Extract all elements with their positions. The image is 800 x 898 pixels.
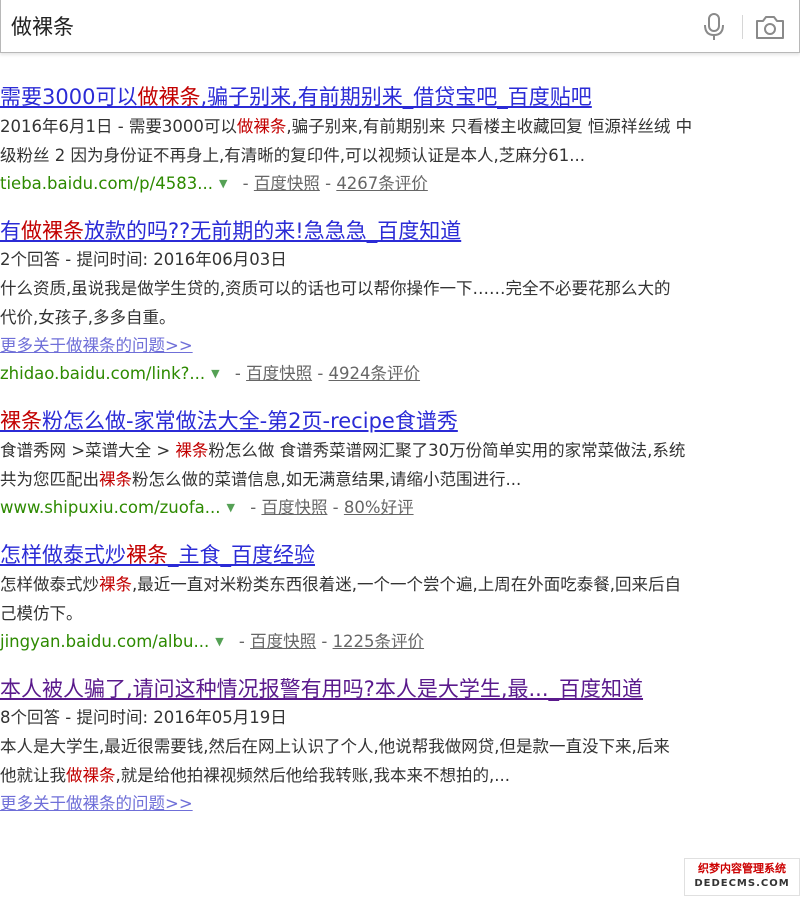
result-url-line: tieba.baidu.com/p/4583... ▼ - 百度快照 - 4267… <box>0 174 428 193</box>
search-bar <box>0 0 800 53</box>
result-meta: 8个回答 - 提问时间: 2016年05月19日 <box>0 708 287 727</box>
caret-down-icon[interactable]: ▼ <box>227 501 235 514</box>
reviews-link[interactable]: 80%好评 <box>344 498 414 517</box>
result-title-link[interactable]: 有做裸条放款的吗??无前期的来!急急急_百度知道 <box>0 216 800 246</box>
watermark-line2: DEDECMS.COM <box>694 878 790 889</box>
result-abstract: 本人是大学生,最近很需要钱,然后在网上认识了个人,他说帮我做网贷,但是款一直没下… <box>0 737 670 785</box>
result-url[interactable]: jingyan.baidu.com/albu... <box>0 632 209 651</box>
search-input[interactable] <box>1 0 681 52</box>
result-abstract: 什么资质,虽说我是做学生贷的,资质可以的话也可以帮你操作一下……完全不必要花那么… <box>0 279 671 327</box>
caret-down-icon[interactable]: ▼ <box>211 367 219 380</box>
result-abstract: 怎样做泰式炒裸条,最近一直对米粉类东西很着迷,一个一个尝个遍,上周在外面吃泰餐,… <box>0 575 681 623</box>
reviews-link[interactable]: 1225条评价 <box>333 632 425 651</box>
search-divider <box>742 15 743 39</box>
result-url[interactable]: www.shipuxiu.com/zuofa... <box>0 498 221 517</box>
keyword-highlight: 裸条 <box>126 543 168 567</box>
reviews-link[interactable]: 4924条评价 <box>329 364 421 383</box>
keyword-highlight: 做裸条 <box>137 85 201 109</box>
result-abstract: 食谱秀网 >菜谱大全 > 裸条粉怎么做 食谱秀菜谱网汇聚了30万份简单实用的家常… <box>0 441 686 489</box>
result-title-link[interactable]: 需要3000可以做裸条,骗子别来,有前期别来_借贷宝吧_百度贴吧 <box>0 82 800 112</box>
microphone-icon[interactable] <box>701 12 727 42</box>
result-url-line: jingyan.baidu.com/albu... ▼ - 百度快照 - 1225… <box>0 632 425 651</box>
snapshot-link[interactable]: 百度快照 <box>250 632 316 651</box>
result-url[interactable]: tieba.baidu.com/p/4583... <box>0 174 213 193</box>
keyword-highlight: 裸条 <box>0 409 42 433</box>
result-title-link[interactable]: 本人被人骗了,请问这种情况报警有用吗?本人是大学生,最..._百度知道 <box>0 674 800 704</box>
snapshot-link[interactable]: 百度快照 <box>261 498 327 517</box>
keyword-highlight: 做裸条 <box>21 219 84 243</box>
result-meta: 2个回答 - 提问时间: 2016年06月03日 <box>0 250 287 269</box>
snapshot-link[interactable]: 百度快照 <box>254 174 320 193</box>
watermark-line1: 织梦内容管理系统 <box>698 862 786 875</box>
result-item: 怎样做泰式炒裸条_主食_百度经验 怎样做泰式炒裸条,最近一直对米粉类东西很着迷,… <box>0 540 800 656</box>
result-item: 裸条粉怎么做-家常做法大全-第2页-recipe食谱秀 食谱秀网 >菜谱大全 >… <box>0 406 800 522</box>
result-title-link[interactable]: 裸条粉怎么做-家常做法大全-第2页-recipe食谱秀 <box>0 406 800 436</box>
result-url-line: www.shipuxiu.com/zuofa... ▼ - 百度快照 - 80%好… <box>0 498 414 517</box>
result-item: 需要3000可以做裸条,骗子别来,有前期别来_借贷宝吧_百度贴吧 2016年6月… <box>0 82 800 198</box>
more-questions-link[interactable]: 更多关于做裸条的问题>> <box>0 332 800 360</box>
reviews-link[interactable]: 4267条评价 <box>336 174 428 193</box>
results-list: 需要3000可以做裸条,骗子别来,有前期别来_借贷宝吧_百度贴吧 2016年6月… <box>0 82 800 836</box>
caret-down-icon[interactable]: ▼ <box>219 177 227 190</box>
caret-down-icon[interactable]: ▼ <box>215 635 223 648</box>
result-item: 有做裸条放款的吗??无前期的来!急急急_百度知道 2个回答 - 提问时间: 20… <box>0 216 800 388</box>
result-abstract: 2016年6月1日 - 需要3000可以做裸条,骗子别来,有前期别来 只看楼主收… <box>0 117 693 165</box>
site-watermark: 织梦内容管理系统 DEDECMS.COM <box>684 858 800 896</box>
camera-icon[interactable] <box>754 13 786 41</box>
result-url[interactable]: zhidao.baidu.com/link?... <box>0 364 205 383</box>
result-title-link[interactable]: 怎样做泰式炒裸条_主食_百度经验 <box>0 540 800 570</box>
result-url-line: zhidao.baidu.com/link?... ▼ - 百度快照 - 4924… <box>0 364 421 383</box>
snapshot-link[interactable]: 百度快照 <box>246 364 312 383</box>
result-item: 本人被人骗了,请问这种情况报警有用吗?本人是大学生,最..._百度知道 8个回答… <box>0 674 800 818</box>
more-questions-link[interactable]: 更多关于做裸条的问题>> <box>0 790 800 818</box>
